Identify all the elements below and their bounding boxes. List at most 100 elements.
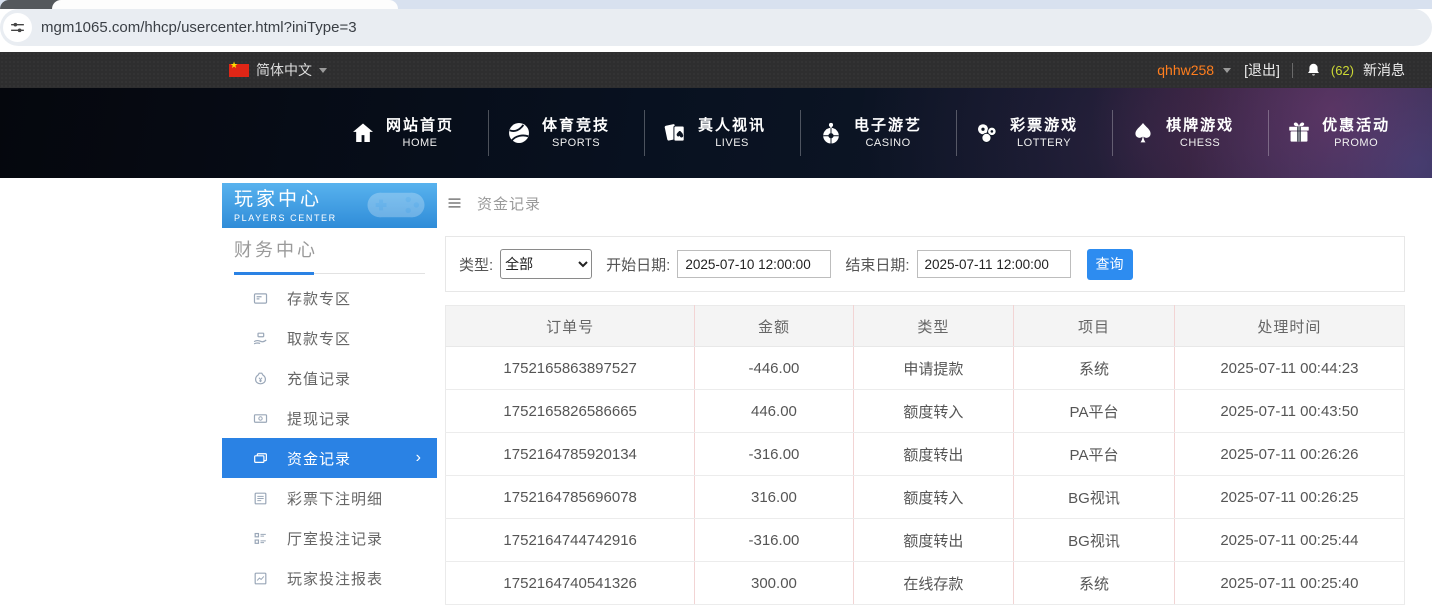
table-header-cell: 类型: [853, 306, 1014, 347]
main-content: 资金记录 类型: 全部 开始日期: 结束日期: 查询 订单号金额类型项目处理时间…: [445, 183, 1405, 587]
table-cell: PA平台: [1014, 390, 1175, 433]
type-label: 类型:: [459, 254, 493, 275]
filter-bar: 类型: 全部 开始日期: 结束日期: 查询: [445, 236, 1405, 292]
sidebar-item-label: 提现记录: [287, 408, 351, 429]
browser-tab-active[interactable]: [52, 0, 398, 9]
start-date-label: 开始日期:: [606, 254, 670, 275]
table-row: 1752165863897527-446.00申请提款系统2025-07-11 …: [446, 347, 1405, 390]
table-cell: 446.00: [695, 390, 853, 433]
chevron-right-icon: ›: [416, 449, 422, 467]
nav-label-en: CHESS: [1166, 137, 1234, 149]
nav-label-zh: 彩票游戏: [1010, 117, 1078, 134]
gamepad-icon: [363, 186, 429, 224]
table-header-cell: 项目: [1014, 306, 1175, 347]
search-button[interactable]: 查询: [1087, 249, 1133, 280]
chevron-down-icon[interactable]: [1223, 68, 1231, 73]
sidebar-item-withdrawal-record[interactable]: 提现记录: [222, 398, 437, 438]
table-cell: 2025-07-11 00:43:50: [1174, 390, 1404, 433]
username-link[interactable]: qhhw258: [1157, 62, 1214, 78]
table-cell: 2025-07-11 00:25:40: [1174, 562, 1404, 605]
table-row: 1752164744742916-316.00额度转出BG视讯2025-07-1…: [446, 519, 1405, 562]
page-title: 资金记录: [477, 193, 541, 214]
table-cell: 额度转入: [853, 390, 1014, 433]
roulette-icon: [818, 120, 844, 146]
cards-icon: [662, 120, 688, 146]
nav-item-lottery[interactable]: 彩票游戏 LOTTERY: [939, 110, 1095, 156]
sidebar-item-deposit[interactable]: 存款专区: [222, 278, 437, 318]
sidebar-item-hall-bet[interactable]: 厅室投注记录: [222, 518, 437, 558]
nav-item-casino[interactable]: 电子游艺CASINO: [783, 110, 939, 156]
start-date-input[interactable]: [677, 250, 831, 278]
nav-label-zh: 真人视讯: [698, 117, 766, 134]
sidebar-item-funds[interactable]: 资金记录›: [222, 438, 437, 478]
sidebar-item-lottery-detail[interactable]: 彩票下注明细: [222, 478, 437, 518]
nav-label-zh: 电子游艺: [854, 117, 922, 134]
table-cell: 1752165826586665: [446, 390, 695, 433]
nav-label-en: LOTTERY: [1010, 137, 1078, 149]
gift-icon: [1286, 120, 1312, 146]
site-settings-button[interactable]: [3, 13, 32, 42]
nav-item-chess[interactable]: 棋牌游戏CHESS: [1095, 110, 1251, 156]
table-cell: 316.00: [695, 476, 853, 519]
table-row: 1752164785920134-316.00额度转出PA平台2025-07-1…: [446, 433, 1405, 476]
nav-item-home[interactable]: 网站首页HOME: [333, 117, 471, 148]
hamburger-icon: [445, 195, 464, 211]
sidebar-section-title: 财务中心: [234, 240, 425, 261]
table-cell: 申请提款: [853, 347, 1014, 390]
chevron-down-icon: [319, 68, 327, 73]
table-cell: 额度转出: [853, 433, 1014, 476]
main-navbar: 网站首页HOME体育竞技SPORTS真人视讯LIVES电子游艺CASINO彩票游…: [0, 88, 1432, 178]
tune-icon: [9, 19, 26, 36]
table-cell: 在线存款: [853, 562, 1014, 605]
sidebar-item-label: 彩票下注明细: [287, 488, 383, 509]
spade-icon: [1130, 120, 1156, 146]
language-label[interactable]: 简体中文: [256, 60, 312, 80]
sidebar-menu: 存款专区取款专区充值记录提现记录资金记录› 彩票下注明细厅室投注记录玩家投注报表: [222, 278, 437, 598]
sidebar-item-report[interactable]: 玩家投注报表: [222, 558, 437, 598]
table-cell: 系统: [1014, 347, 1175, 390]
nav-item-sports[interactable]: 体育竞技SPORTS: [471, 110, 627, 156]
table-cell: 额度转出: [853, 519, 1014, 562]
sidebar-item-recharge[interactable]: 充值记录: [222, 358, 437, 398]
table-cell: 1752164785920134: [446, 433, 695, 476]
recharge-icon: [252, 370, 269, 387]
nav-item-lives[interactable]: 真人视讯LIVES: [627, 110, 783, 156]
messages-link[interactable]: 新消息: [1363, 60, 1405, 80]
nav-item-promo[interactable]: 优惠活动PROMO: [1251, 110, 1407, 156]
url-text[interactable]: mgm1065.com/hhcp/usercenter.html?iniType…: [41, 19, 357, 36]
browser-tab-strip: [0, 0, 1432, 9]
table-cell: 2025-07-11 00:26:26: [1174, 433, 1404, 476]
table-cell: 300.00: [695, 562, 853, 605]
end-date-input[interactable]: [917, 250, 1071, 278]
withdraw-icon: [252, 330, 269, 347]
ball-icon: [506, 120, 532, 146]
nav-label-en: HOME: [386, 137, 454, 149]
sidebar-header: 玩家中心 PLAYERS CENTER: [222, 183, 437, 228]
message-count-badge[interactable]: (62): [1331, 63, 1354, 78]
lottery-detail-icon: [252, 490, 269, 507]
table-header-cell: 处理时间: [1174, 306, 1404, 347]
table-cell: 2025-07-11 00:26:25: [1174, 476, 1404, 519]
sidebar-item-label: 玩家投注报表: [287, 568, 383, 589]
sidebar-item-label: 厅室投注记录: [287, 528, 383, 549]
table-cell: -316.00: [695, 433, 853, 476]
type-select[interactable]: 全部: [500, 249, 592, 279]
table-cell: PA平台: [1014, 433, 1175, 476]
logout-link[interactable]: [退出]: [1244, 60, 1280, 80]
table-cell: -316.00: [695, 519, 853, 562]
table-cell: BG视讯: [1014, 476, 1175, 519]
funds-icon: [252, 450, 269, 467]
bell-icon[interactable]: [1305, 62, 1322, 79]
divider: [1292, 63, 1293, 78]
table-cell: 1752164744742916: [446, 519, 695, 562]
language-selector[interactable]: 简体中文: [229, 52, 327, 88]
deposit-icon: [252, 290, 269, 307]
browser-url-bar[interactable]: mgm1065.com/hhcp/usercenter.html?iniType…: [0, 9, 1432, 46]
sidebar-item-withdraw[interactable]: 取款专区: [222, 318, 437, 358]
section-underline: [234, 273, 425, 274]
table-header-cell: 金额: [695, 306, 853, 347]
table-cell: 系统: [1014, 562, 1175, 605]
end-date-label: 结束日期:: [845, 254, 909, 275]
table-body: 1752165863897527-446.00申请提款系统2025-07-11 …: [446, 347, 1405, 605]
nav-label-en: PROMO: [1322, 137, 1390, 149]
